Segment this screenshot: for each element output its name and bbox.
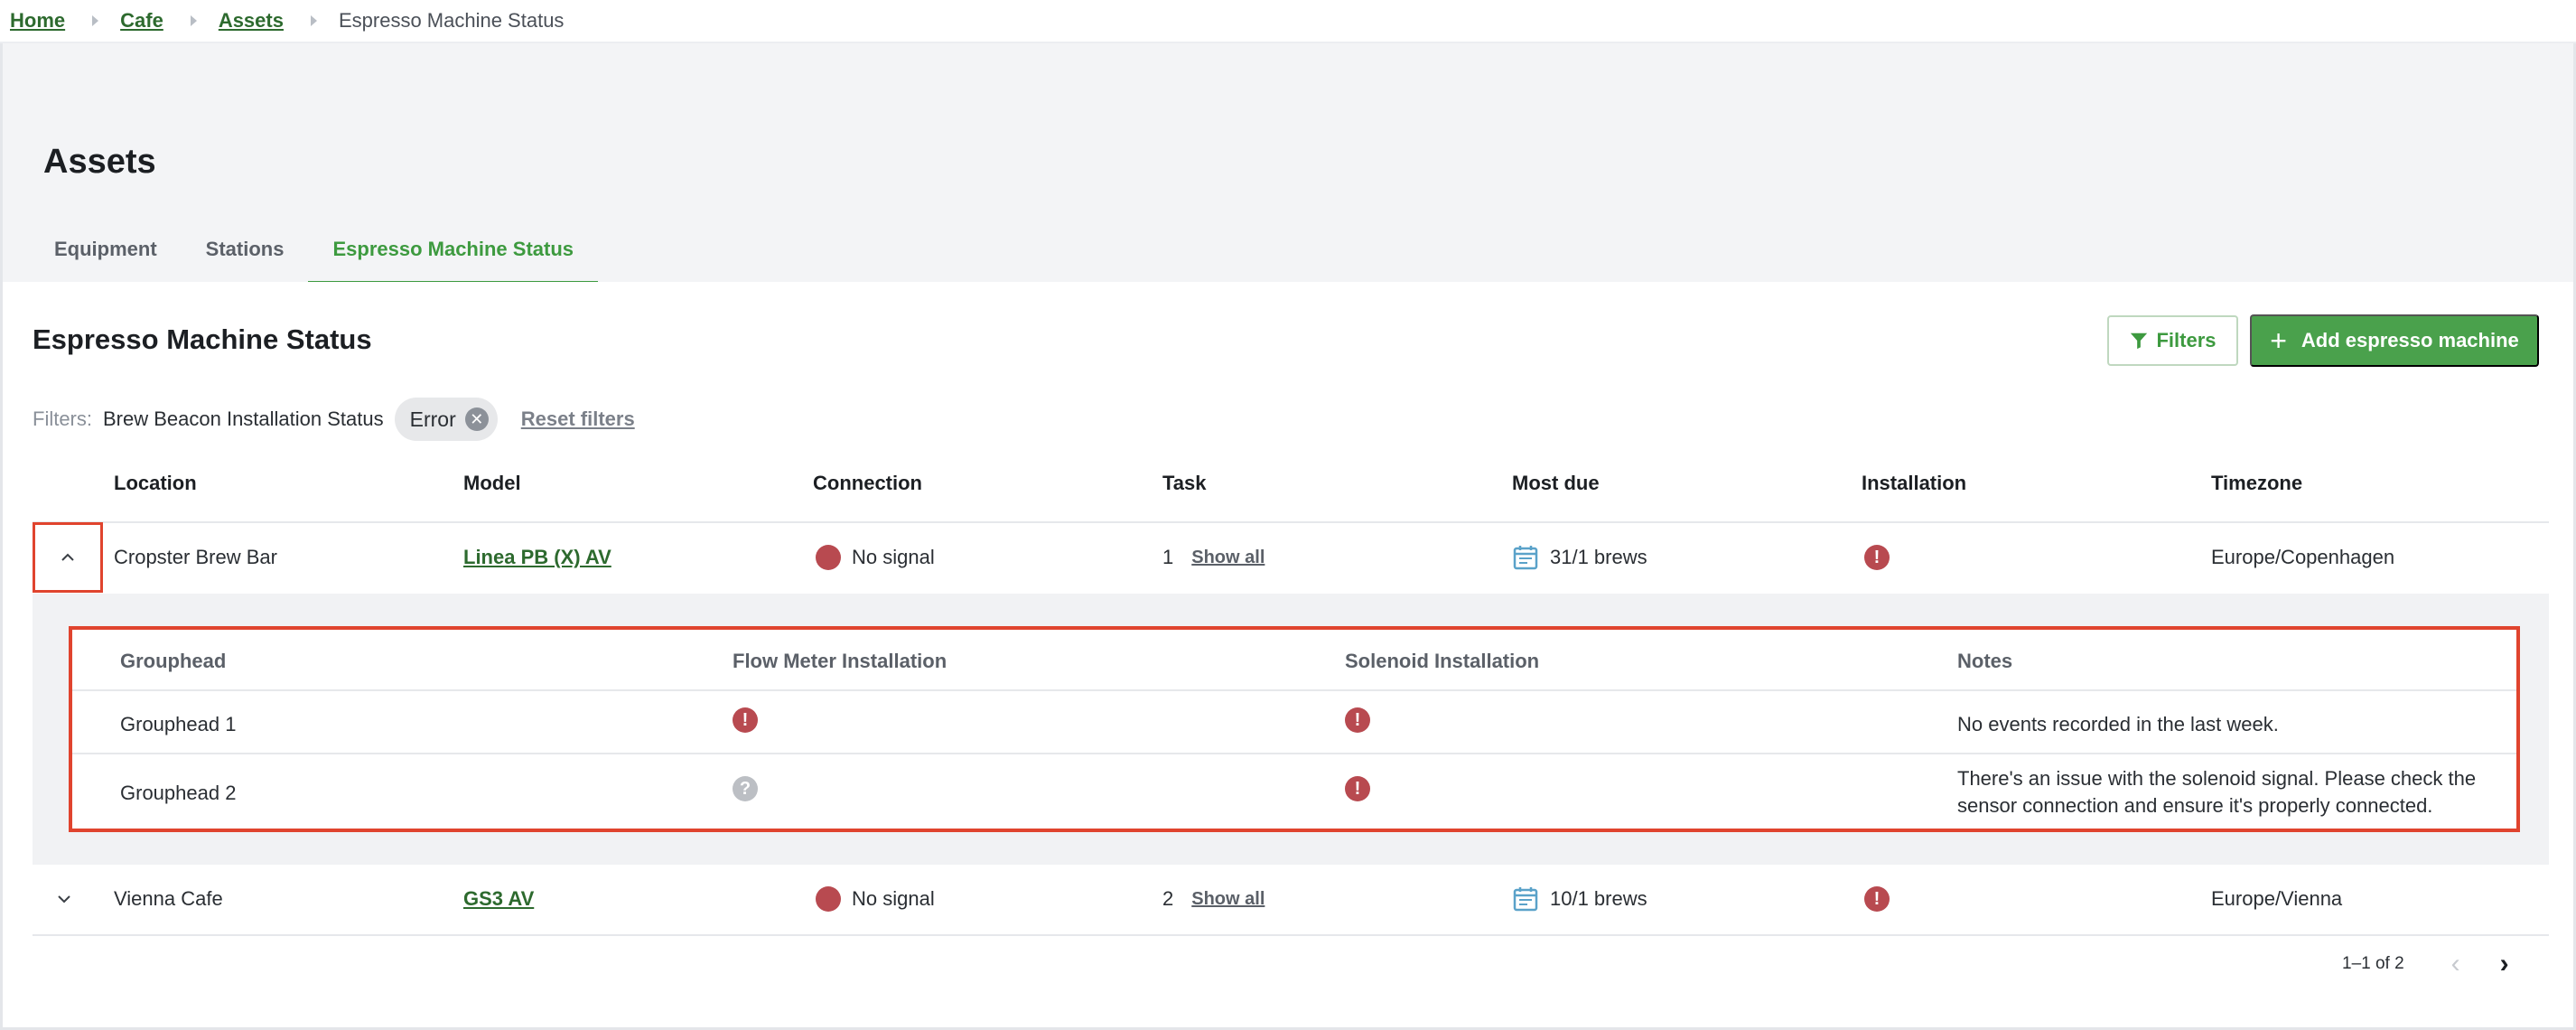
subcolumn-header-grouphead: Grouphead	[120, 650, 227, 672]
pagination-range: 1–1 of 2	[2342, 954, 2404, 973]
task-count: 2	[1162, 887, 1174, 910]
grouphead-name: Grouphead 1	[120, 713, 237, 735]
table-row-location: Vienna Cafe	[114, 887, 223, 910]
column-header-location: Location	[114, 472, 197, 494]
connection-label: No signal	[852, 546, 935, 568]
installation-status: !	[1864, 539, 1890, 576]
card-title: Espresso Machine Status	[33, 323, 372, 355]
solenoid-status: !	[1345, 776, 1370, 801]
model-link[interactable]: Linea PB (X) AV	[463, 539, 611, 576]
error-icon: !	[733, 707, 758, 733]
timezone: Europe/Copenhagen	[2211, 546, 2395, 568]
connection-status: No signal	[816, 539, 935, 576]
column-header-most-due: Most due	[1512, 472, 1600, 494]
table-row-location: Cropster Brew Bar	[114, 546, 277, 568]
remove-filter-icon[interactable]: ✕	[464, 407, 489, 431]
status-card: Espresso Machine Status Filters + Add es…	[3, 282, 2573, 1027]
error-icon: !	[1345, 707, 1370, 733]
chevron-right-icon	[190, 15, 197, 26]
column-header-model: Model	[463, 472, 521, 494]
connection-status: No signal	[816, 881, 935, 917]
tab-espresso-machine-status[interactable]: Espresso Machine Status	[308, 233, 599, 284]
add-espresso-machine-button[interactable]: + Add espresso machine	[2250, 314, 2539, 367]
row-divider	[72, 689, 2516, 691]
grouphead-notes: No events recorded in the last week.	[1957, 713, 2279, 735]
column-header-task: Task	[1162, 472, 1207, 494]
tab-bar: Equipment Stations Espresso Machine Stat…	[30, 233, 599, 284]
column-header-timezone: Timezone	[2211, 472, 2303, 494]
expanded-row-detail: Grouphead Flow Meter Installation Soleno…	[33, 594, 2549, 865]
error-icon: !	[1864, 886, 1890, 912]
grouphead-notes: There's an issue with the solenoid signa…	[1957, 767, 2477, 817]
timezone: Europe/Vienna	[2211, 887, 2343, 910]
breadcrumb-assets[interactable]: Assets	[219, 9, 284, 33]
subcolumn-header-flow-meter: Flow Meter Installation	[733, 650, 947, 672]
row-divider	[33, 934, 2549, 936]
tab-equipment[interactable]: Equipment	[30, 233, 182, 284]
pagination: 1–1 of 2 ‹ ›	[2342, 946, 2509, 982]
subcolumn-header-notes: Notes	[1957, 650, 2013, 672]
filters-button-label: Filters	[2156, 329, 2217, 351]
no-signal-dot-icon	[816, 886, 841, 912]
column-header-installation: Installation	[1862, 472, 1967, 494]
filters-button[interactable]: Filters	[2107, 315, 2238, 366]
solenoid-status: !	[1345, 707, 1370, 733]
task-cell: 1 Show all	[1162, 539, 1265, 576]
reset-filters-link[interactable]: Reset filters	[521, 407, 635, 431]
column-header-connection: Connection	[813, 472, 922, 494]
calendar-icon	[1513, 546, 1538, 570]
error-icon: !	[1345, 776, 1370, 801]
model-link-label[interactable]: Linea PB (X) AV	[463, 546, 611, 569]
model-link[interactable]: GS3 AV	[463, 881, 534, 917]
filter-key: Brew Beacon Installation Status	[103, 407, 384, 430]
installation-status: !	[1864, 881, 1890, 917]
subcolumn-header-solenoid: Solenoid Installation	[1345, 650, 1540, 672]
active-filters: Filters: Brew Beacon Installation Status…	[33, 398, 635, 441]
task-count: 1	[1162, 546, 1174, 568]
breadcrumb-home[interactable]: Home	[10, 9, 65, 33]
funnel-icon	[2131, 332, 2148, 350]
tab-stations[interactable]: Stations	[182, 233, 309, 284]
filter-chip-label: Error	[409, 407, 456, 431]
most-due-cell: 10/1 brews	[1512, 881, 1647, 917]
filter-chip: Error ✕	[394, 398, 498, 441]
chevron-down-icon	[58, 895, 70, 904]
chevron-right-icon	[92, 15, 99, 26]
chevron-up-icon	[61, 553, 74, 561]
most-due-value: 31/1 brews	[1550, 546, 1647, 568]
flow-meter-status: !	[733, 707, 758, 733]
most-due-cell: 31/1 brews	[1512, 539, 1647, 576]
unknown-icon: ?	[733, 776, 758, 801]
expand-row-button[interactable]	[55, 881, 73, 917]
model-link-label[interactable]: GS3 AV	[463, 887, 534, 911]
most-due-value: 10/1 brews	[1550, 887, 1647, 910]
add-button-label: Add espresso machine	[2301, 329, 2519, 351]
grouphead-subtable: Grouphead Flow Meter Installation Soleno…	[69, 626, 2520, 832]
collapse-row-button[interactable]	[33, 522, 103, 593]
chevron-right-icon	[310, 15, 317, 26]
row-divider	[72, 753, 2516, 754]
plus-icon: +	[2270, 324, 2287, 357]
row-divider	[33, 521, 2549, 523]
connection-label: No signal	[852, 887, 935, 910]
calendar-icon	[1513, 887, 1538, 912]
task-cell: 2 Show all	[1162, 881, 1265, 917]
error-icon: !	[1864, 545, 1890, 570]
breadcrumb: Home Cafe Assets Espresso Machine Status	[0, 0, 2576, 43]
show-all-link[interactable]: Show all	[1191, 548, 1265, 568]
no-signal-dot-icon	[816, 545, 841, 570]
breadcrumb-current: Espresso Machine Status	[338, 9, 565, 32]
grouphead-name: Grouphead 2	[120, 782, 237, 804]
chevron-right-icon[interactable]: ›	[2500, 949, 2509, 979]
filters-label: Filters:	[33, 407, 92, 430]
flow-meter-status: ?	[733, 776, 758, 801]
show-all-link[interactable]: Show all	[1191, 889, 1265, 910]
page-title: Assets	[43, 143, 156, 181]
breadcrumb-cafe[interactable]: Cafe	[120, 9, 163, 33]
chevron-left-icon[interactable]: ‹	[2451, 949, 2460, 979]
